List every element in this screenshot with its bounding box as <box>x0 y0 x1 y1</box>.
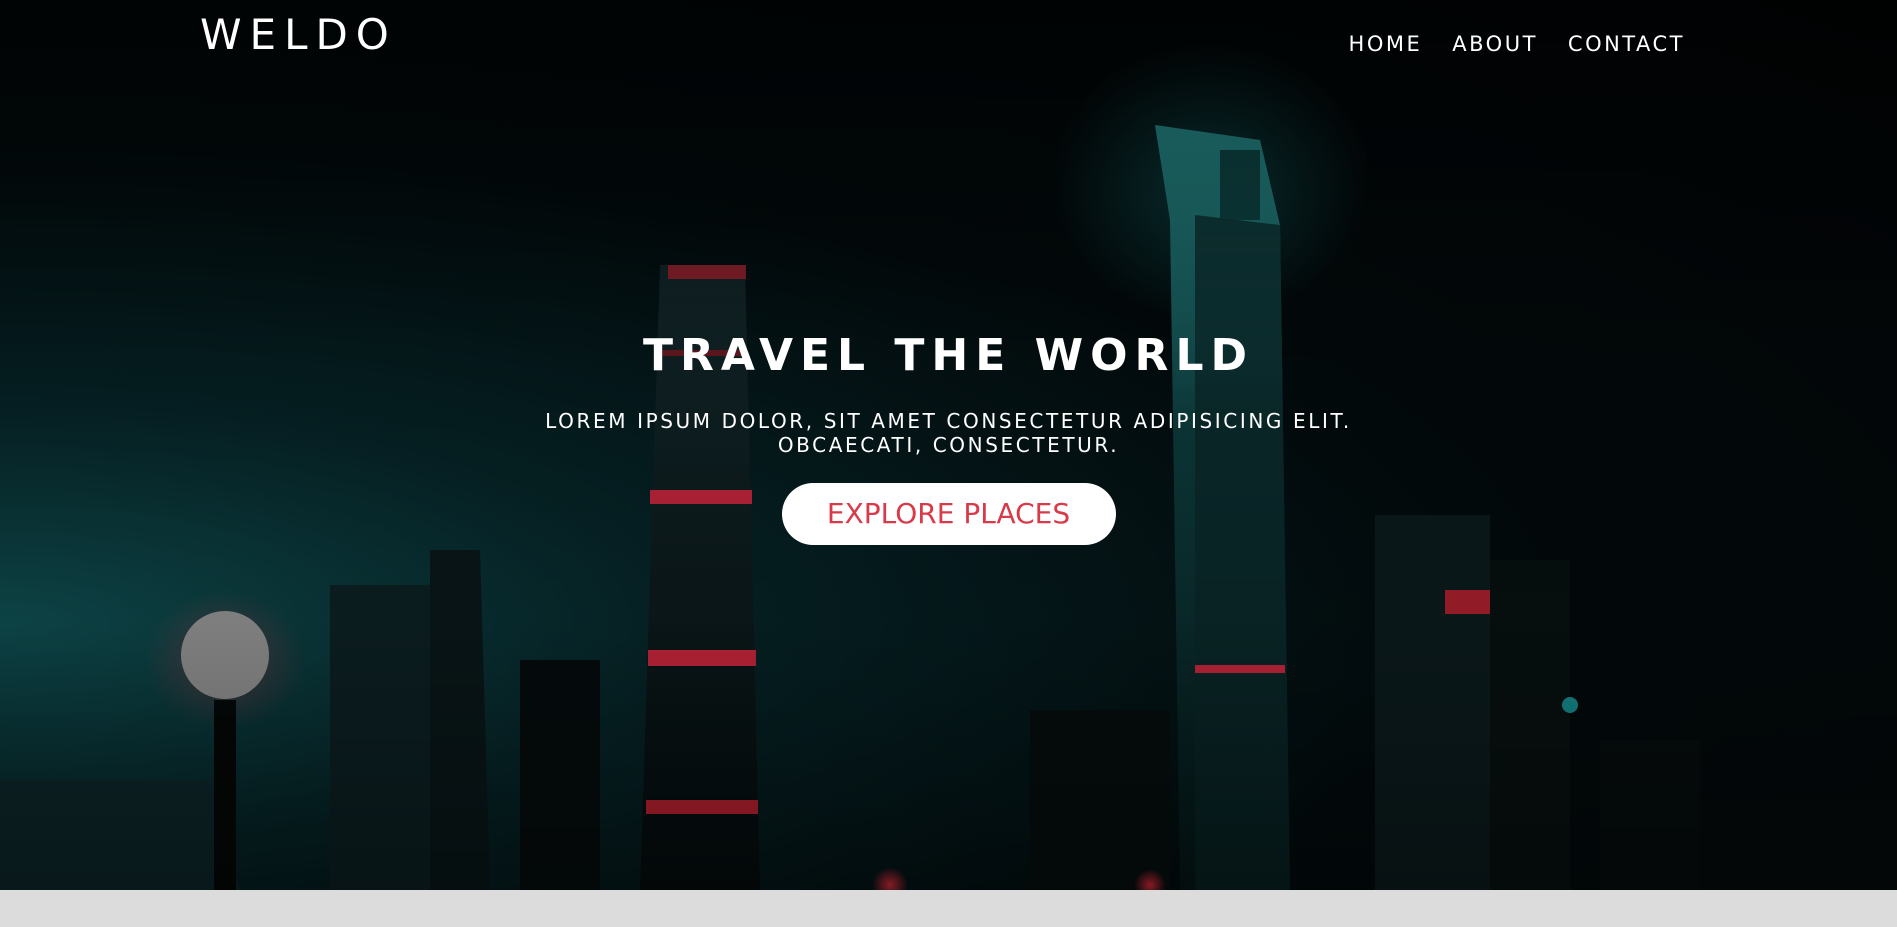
hero-title: TRAVEL THE WORLD <box>642 330 1255 381</box>
site-logo[interactable]: WELDO <box>200 10 397 59</box>
nav-item-about[interactable]: ABOUT <box>1452 32 1538 56</box>
hero-content: TRAVEL THE WORLD LOREM IPSUM DOLOR, SIT … <box>0 330 1897 545</box>
explore-places-button[interactable]: EXPLORE PLACES <box>781 483 1116 545</box>
main-nav: HOME ABOUT CONTACT <box>1349 32 1685 56</box>
hero-subtitle: LOREM IPSUM DOLOR, SIT AMET CONSECTETUR … <box>0 409 1897 457</box>
hero-subtitle-line-2: OBCAECATI, CONSECTETUR. <box>777 433 1120 457</box>
hero-section: WELDO HOME ABOUT CONTACT TRAVEL THE WORL… <box>0 0 1897 890</box>
nav-item-contact[interactable]: CONTACT <box>1568 32 1685 56</box>
hero-subtitle-line-1: LOREM IPSUM DOLOR, SIT AMET CONSECTETUR … <box>545 409 1352 433</box>
nav-item-home[interactable]: HOME <box>1349 32 1423 56</box>
